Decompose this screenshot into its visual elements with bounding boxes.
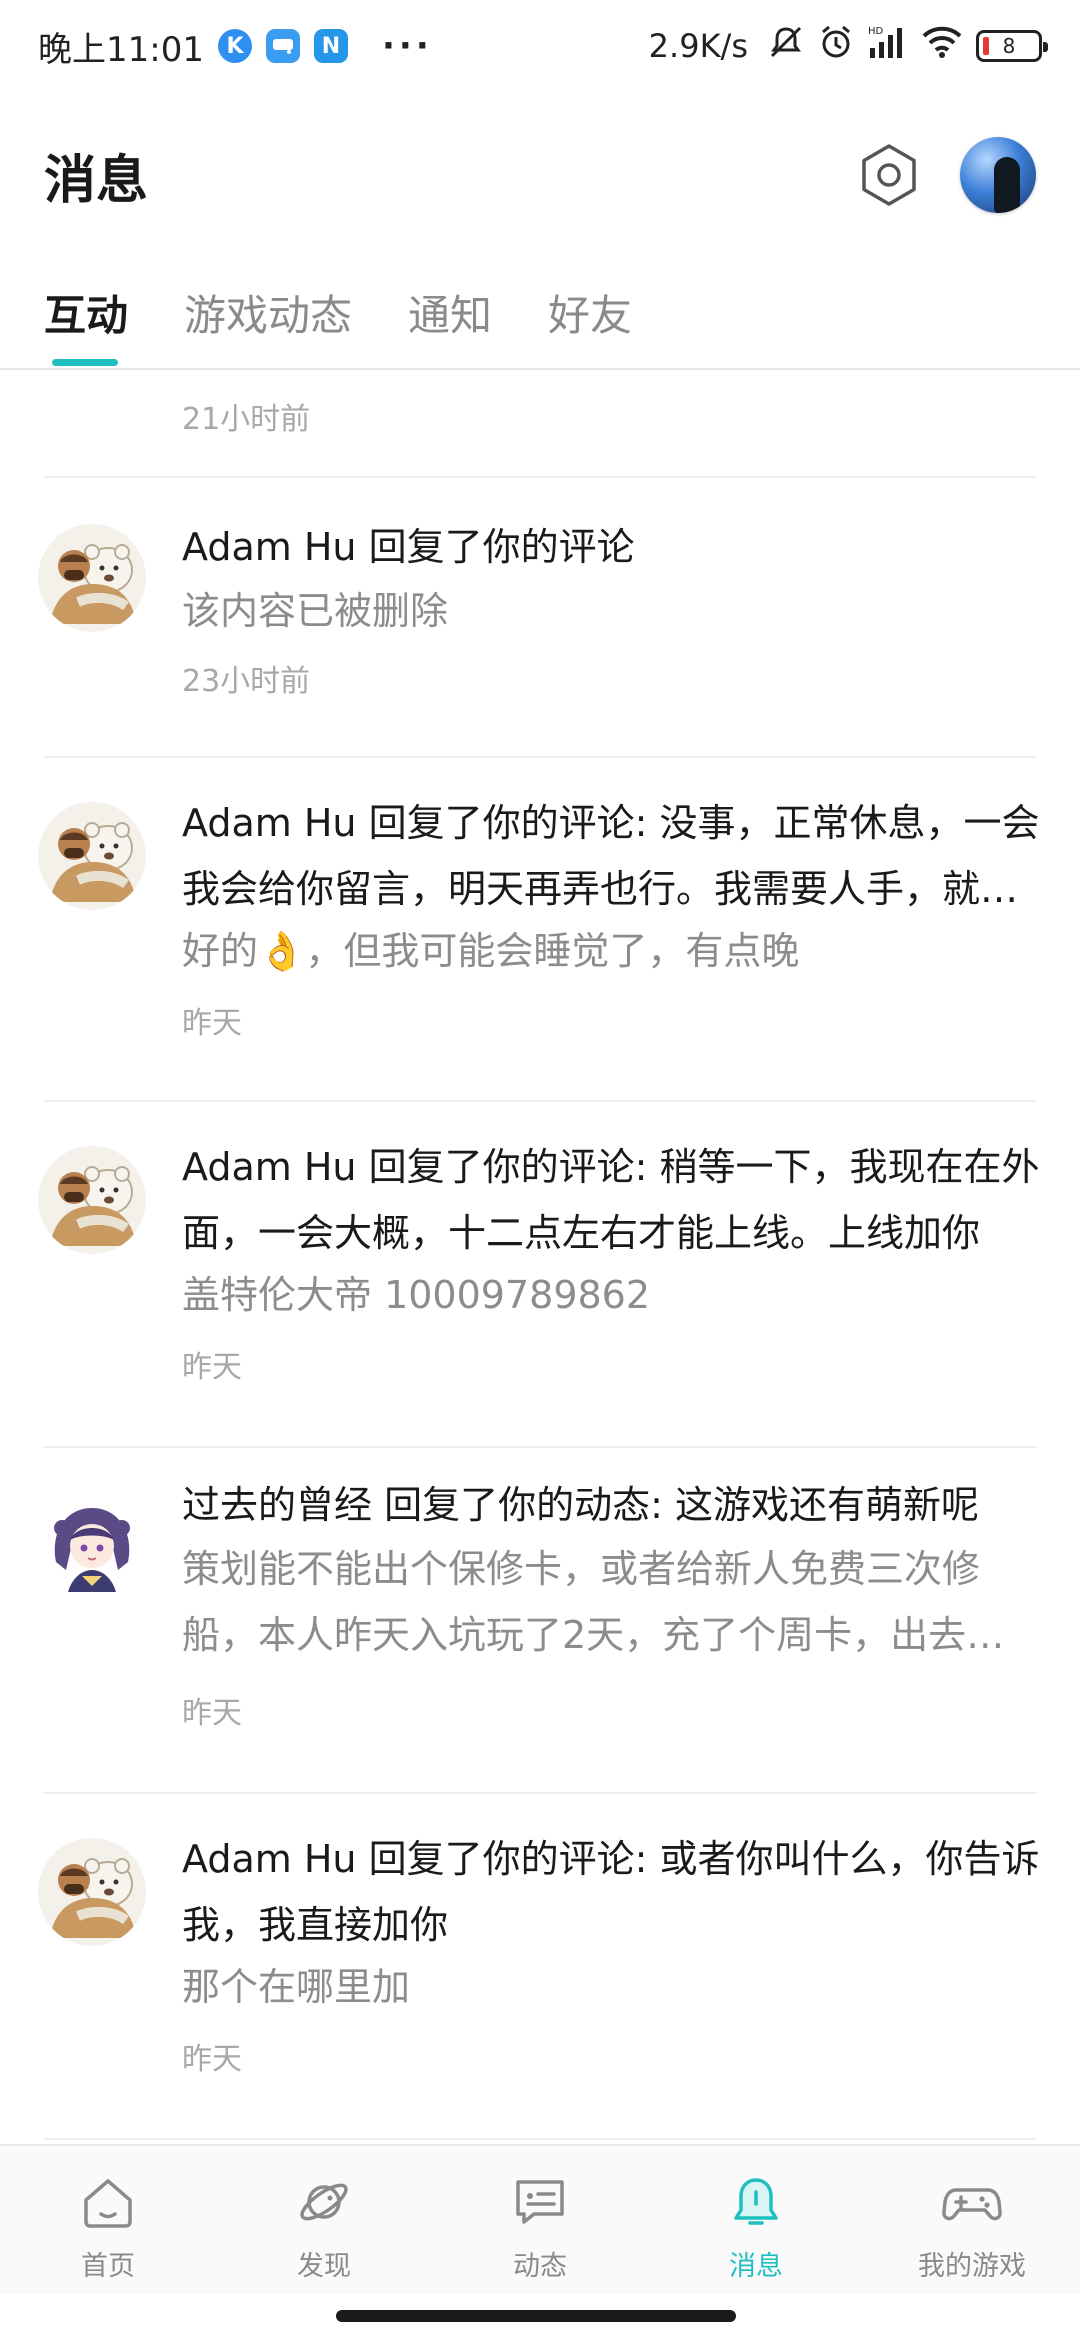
settings-button[interactable] [854,140,924,210]
message-item[interactable]: Adam Hu 回复了你的评论: 或者你叫什么，你告诉我，我直接加你 那个在哪里… [0,1794,1080,2138]
status-bar-left: 晚上11:01 K N ··· [38,22,433,71]
chat-app-icon [265,29,300,63]
nav-home[interactable]: 首页 [0,2146,216,2294]
gamepad-icon [942,2188,1002,2221]
tab-friends[interactable]: 好友 [548,270,632,368]
wifi-icon [922,25,962,68]
home-icon [84,2179,132,2228]
divider [44,2138,1036,2140]
tab-label: 游戏动态 [184,291,353,340]
message-item[interactable]: 过去的曾经 回复了你的动态: 这游戏还有萌新呢 策划能不能出个保修卡，或者给新人… [0,1448,1080,1792]
message-feed[interactable]: 21小时前 Adam Hu 回复了你的评论 该内容已被删除 23小时前 Adam… [0,372,1080,2142]
message-quote: 盖特伦大帝 10009789862 [182,1273,651,1317]
tab-interaction[interactable]: 互动 [44,270,128,368]
status-bar-right: 2.9K/s HD 8 [648,24,1048,69]
message-item[interactable]: Adam Hu 回复了你的评论: 没事，正常休息，一会我会给你留言，明天再弄也行… [0,758,1080,1100]
bottom-nav: 首页 发现 动态 消息 我的游戏 [0,2144,1080,2294]
header-actions [854,137,1036,213]
tab-label: 互动 [44,291,129,340]
message-title: Adam Hu 回复了你的评论: 稍等一下，我现在在外面，一会大概，十二点左右才… [182,1145,1040,1255]
bear-duo-avatar[interactable] [38,1146,146,1254]
message-time: 昨天 [182,1696,242,1731]
message-time: 21小时前 [182,402,311,437]
message-title: Adam Hu 回复了你的评论: 没事，正常休息，一会我会给你留言，明天再弄也行… [182,801,1040,911]
nav-label: 动态 [513,2251,567,2282]
bear-duo-avatar[interactable] [38,1838,146,1946]
message-quote: 策划能不能出个保修卡，或者给新人免费三次修船，本人昨天入坑玩了2天，充了个周卡，… [182,1547,1005,1657]
n-app-icon: N [313,29,348,63]
nav-my-games[interactable]: 我的游戏 [864,2146,1080,2294]
nav-label: 消息 [729,2251,783,2282]
nav-label: 发现 [297,2251,351,2282]
k-app-icon: K [217,29,252,63]
page-title: 消息 [44,150,149,211]
battery-level: 8 [1002,34,1016,58]
tab-notifications[interactable]: 通知 [408,270,492,368]
bear-duo-avatar[interactable] [38,802,146,910]
anime-girl-avatar[interactable] [38,1492,146,1600]
tab-active-indicator [52,359,118,366]
nav-label: 首页 [81,2251,135,2282]
message-quote: 那个在哪里加 [182,1965,411,2009]
tab-game-updates[interactable]: 游戏动态 [184,270,352,368]
status-bar: 晚上11:01 K N ··· 2.9K/s HD 8 [0,0,1080,92]
signal-icon: HD [868,24,908,69]
planet-icon [300,2183,348,2221]
bell-icon [734,2178,778,2225]
message-title: Adam Hu 回复了你的评论 [182,525,635,569]
more-notifications-icon: ··· [381,26,433,66]
alarm-icon [818,24,854,69]
bear-duo-avatar[interactable] [38,524,146,632]
message-quote: 好的👌，但我可能会睡觉了，有点晚 [182,929,800,973]
tab-label: 通知 [408,291,493,340]
message-title: 过去的曾经 回复了你的动态: 这游戏还有萌新呢 [182,1483,979,1527]
feed-icon [516,2180,564,2224]
status-time: 晚上11:01 [38,29,204,70]
message-title: Adam Hu 回复了你的评论: 或者你叫什么，你告诉我，我直接加你 [182,1837,1040,1947]
message-item[interactable]: Adam Hu 回复了你的评论 该内容已被删除 23小时前 [0,478,1080,756]
header: 消息 [0,110,1080,240]
user-avatar-button[interactable] [960,137,1036,213]
message-time: 昨天 [182,1006,242,1041]
message-time: 昨天 [182,2042,242,2077]
message-quote: 该内容已被删除 [182,589,449,633]
home-indicator[interactable] [336,2310,736,2322]
svg-text:HD: HD [868,26,884,37]
message-time: 23小时前 [182,664,311,699]
network-speed: 2.9K/s [648,27,748,65]
battery-icon: 8 [976,30,1048,62]
nav-label: 我的游戏 [918,2251,1026,2282]
nav-feed[interactable]: 动态 [432,2146,648,2294]
tab-bar: 互动 游戏动态 通知 好友 [0,270,1080,370]
tab-label: 好友 [548,291,633,340]
message-item[interactable]: Adam Hu 回复了你的评论: 稍等一下，我现在在外面，一会大概，十二点左右才… [0,1102,1080,1446]
nav-messages[interactable]: 消息 [648,2146,864,2294]
mute-icon [768,24,804,69]
nav-discover[interactable]: 发现 [216,2146,432,2294]
message-time: 昨天 [182,1350,242,1385]
settings-hexagon-icon [862,144,916,206]
